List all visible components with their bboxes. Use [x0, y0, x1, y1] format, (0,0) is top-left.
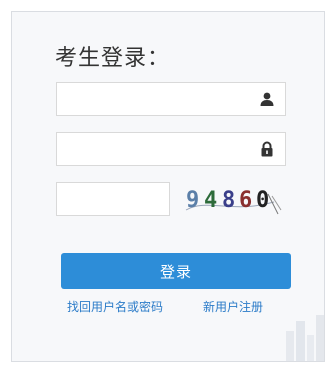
- captcha-digit: 4: [204, 188, 218, 213]
- captcha-digit: 6: [239, 188, 253, 213]
- register-link[interactable]: 新用户注册: [203, 298, 263, 315]
- password-input[interactable]: [57, 133, 247, 165]
- captcha-digit: 9: [186, 188, 200, 213]
- username-field[interactable]: [56, 82, 286, 116]
- username-input[interactable]: [57, 83, 247, 115]
- captcha-field[interactable]: [56, 182, 170, 216]
- lock-icon: [261, 141, 273, 157]
- user-icon: [260, 92, 274, 106]
- login-panel: 考生登录： 9 4 8 6 0 登录 找回用户名或密码 新用户注册: [11, 11, 325, 362]
- login-button[interactable]: 登录: [61, 253, 291, 289]
- captcha-digit: 8: [222, 188, 236, 213]
- captcha-digit: 0: [256, 188, 270, 213]
- captcha-image[interactable]: 9 4 8 6 0: [182, 180, 284, 220]
- forgot-credentials-link[interactable]: 找回用户名或密码: [67, 298, 163, 315]
- page-title: 考生登录：: [55, 46, 171, 71]
- password-field[interactable]: [56, 132, 286, 166]
- captcha-input[interactable]: [57, 183, 169, 215]
